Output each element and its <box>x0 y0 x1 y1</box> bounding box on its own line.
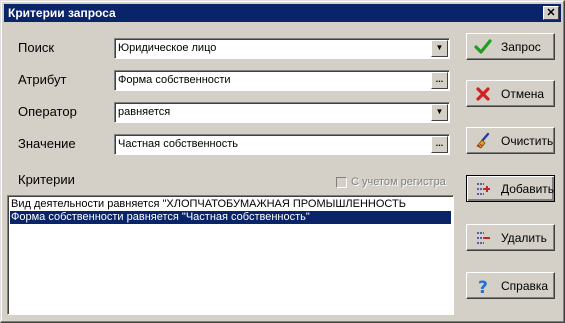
clear-button[interactable]: Очистить <box>466 127 555 154</box>
attribute-field[interactable]: Форма собственности ... <box>114 70 450 91</box>
value-field-value: Частная собственность <box>118 138 239 150</box>
search-select-value: Юридическое лицо <box>118 42 217 54</box>
window-title: Критерии запроса <box>8 6 116 20</box>
attribute-label: Атрибут <box>18 72 67 87</box>
operator-select[interactable]: равняется ▼ <box>114 102 450 123</box>
search-select[interactable]: Юридическое лицо ▼ <box>114 38 450 59</box>
value-field[interactable]: Частная собственность ... <box>114 134 450 155</box>
broom-icon <box>476 132 490 149</box>
attribute-field-value: Форма собственности <box>118 74 231 86</box>
search-label: Поиск <box>18 40 55 55</box>
cancel-x-icon <box>476 87 490 101</box>
cancel-button[interactable]: Отмена <box>466 80 555 107</box>
chevron-down-icon: ▼ <box>435 107 444 116</box>
query-button-label: Запрос <box>501 40 541 54</box>
chevron-down-icon: ▼ <box>435 43 444 52</box>
delete-row-icon <box>477 232 490 244</box>
attribute-browse-button[interactable]: ... <box>431 72 448 89</box>
delete-button[interactable]: Удалить <box>466 224 555 251</box>
checkmark-icon <box>474 39 492 54</box>
title-bar[interactable]: Критерии запроса ✕ <box>4 4 561 22</box>
cancel-button-label: Отмена <box>501 87 545 101</box>
operator-dropdown-button[interactable]: ▼ <box>431 104 448 121</box>
svg-text:?: ? <box>478 278 488 295</box>
clear-button-label: Очистить <box>501 134 554 148</box>
criteria-label: Критерии <box>18 172 75 187</box>
criteria-list[interactable]: Вид деятельности равняется "ХЛОПЧАТОБУМА… <box>7 195 454 315</box>
help-button[interactable]: ? Справка <box>466 272 555 299</box>
value-browse-button[interactable]: ... <box>431 136 448 153</box>
dialog-window: Критерии запроса ✕ Поиск Атрибут Операто… <box>0 0 565 323</box>
delete-button-label: Удалить <box>501 231 547 245</box>
close-button[interactable]: ✕ <box>543 6 559 20</box>
question-mark-icon: ? <box>478 278 488 295</box>
add-button[interactable]: Добавить <box>466 175 555 202</box>
help-button-label: Справка <box>501 279 549 293</box>
case-sensitive-checkbox[interactable] <box>336 177 347 188</box>
search-dropdown-button[interactable]: ▼ <box>431 40 448 57</box>
ellipsis-icon: ... <box>435 74 444 84</box>
list-item[interactable]: Вид деятельности равняется "ХЛОПЧАТОБУМА… <box>10 198 451 211</box>
operator-label: Оператор <box>18 104 77 119</box>
case-sensitive-label: С учетом регистра <box>351 176 446 188</box>
list-item-selected[interactable]: Форма собственности равняется "Частная с… <box>10 211 451 224</box>
ellipsis-icon: ... <box>435 138 444 148</box>
close-icon: ✕ <box>546 7 556 19</box>
query-button[interactable]: Запрос <box>466 33 555 60</box>
value-label: Значение <box>18 136 76 151</box>
add-button-label: Добавить <box>501 182 555 196</box>
operator-select-value: равняется <box>118 106 171 118</box>
add-row-icon <box>477 183 490 195</box>
